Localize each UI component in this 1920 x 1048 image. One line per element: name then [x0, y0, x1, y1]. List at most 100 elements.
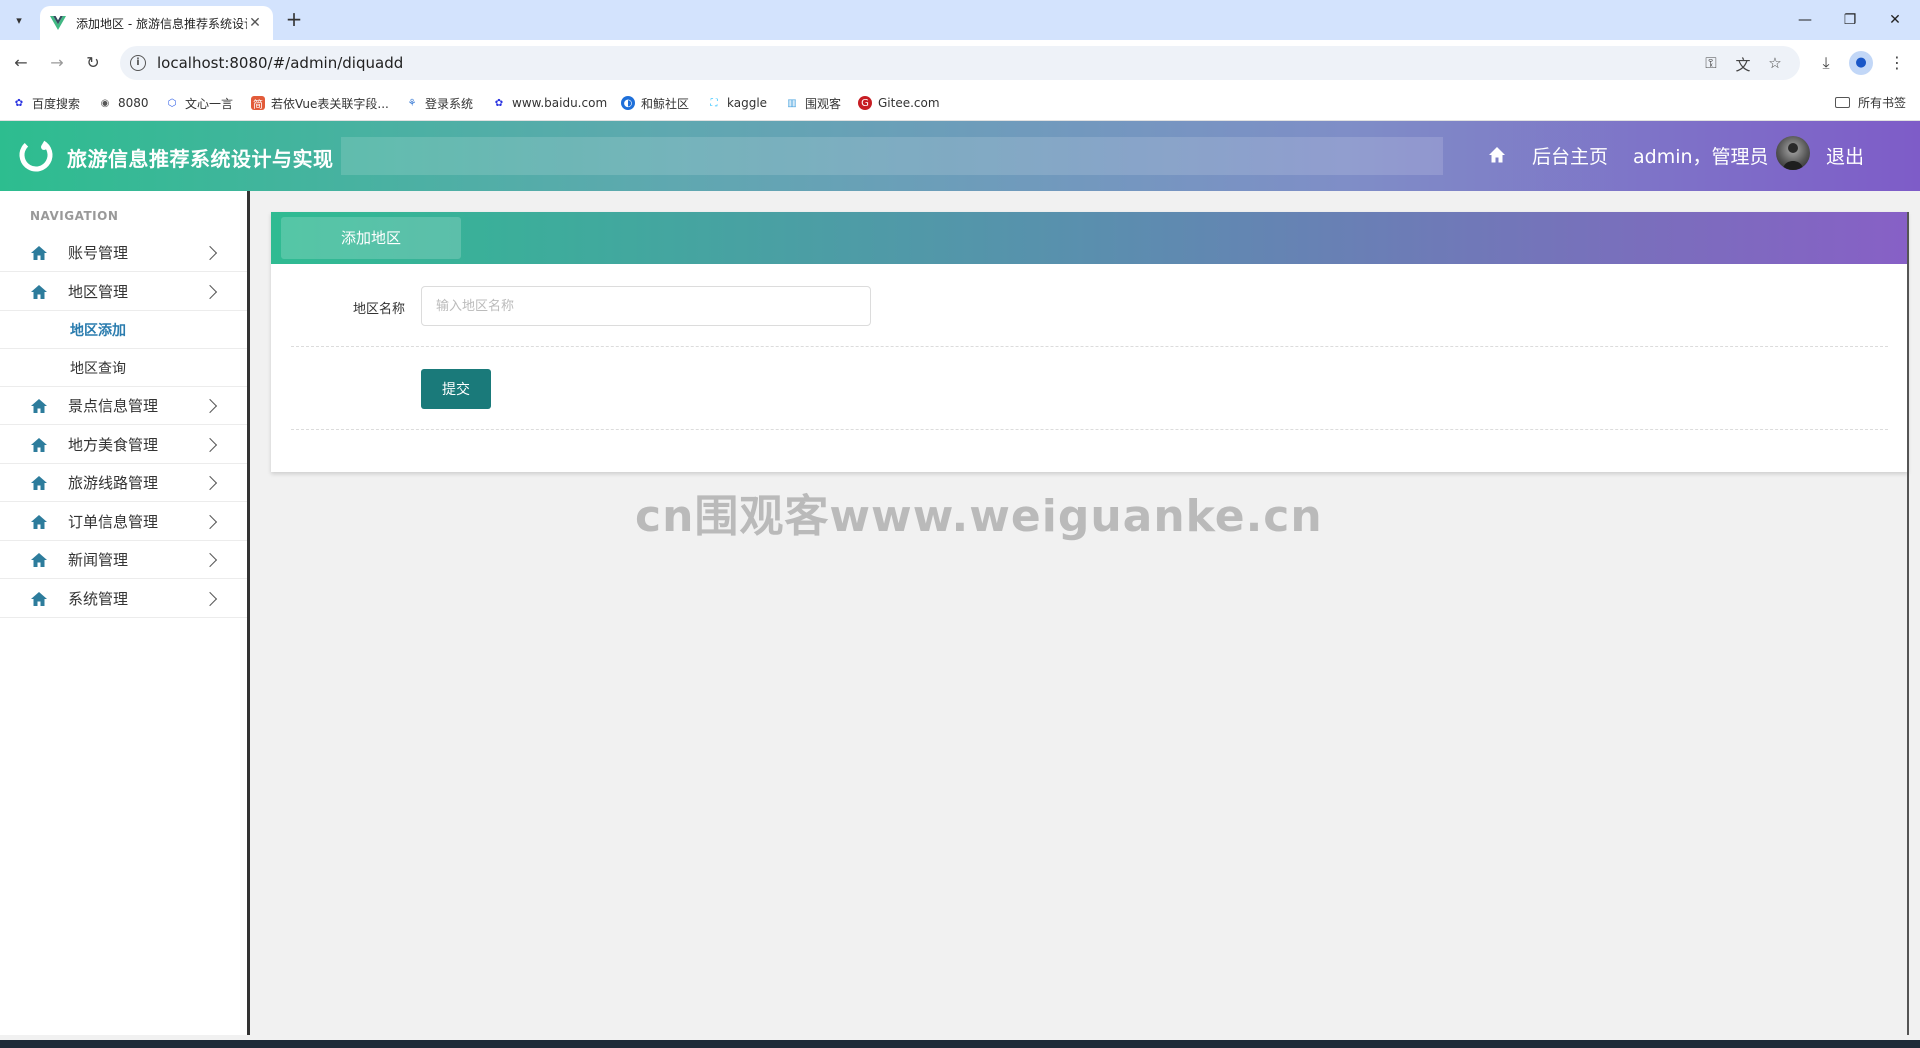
vue-logo-icon [50, 16, 66, 30]
card-title-tab[interactable]: 添加地区 [281, 217, 461, 259]
title-band [341, 137, 1443, 175]
minimize-icon[interactable]: — [1785, 8, 1825, 32]
submit-button[interactable]: 提交 [421, 369, 491, 409]
form-divider [291, 346, 1888, 347]
download-icon[interactable]: ⤓ [1814, 51, 1838, 75]
all-bookmarks[interactable]: 所有书签 [1834, 94, 1906, 111]
home-icon [31, 437, 47, 452]
sidebar-item-label: 新闻管理 [68, 551, 129, 569]
bookmarks-bar: ✿ 百度搜索 ◉ 8080 ⬡ 文心一言 简 若依Vue表关联字段... ⚘ 登… [0, 85, 1920, 121]
forward-arrow-icon[interactable]: → [46, 52, 68, 74]
sidebar-item-label: 系统管理 [68, 590, 129, 608]
chevron-right-icon [202, 284, 218, 299]
translate-icon[interactable]: 文 [1732, 54, 1754, 74]
sidebar-item-scenic[interactable]: 景点信息管理 [0, 387, 247, 425]
weiguanke-icon: ▥ [787, 97, 797, 109]
sidebar-item-order[interactable]: 订单信息管理 [0, 503, 247, 541]
home-icon [31, 552, 47, 567]
gitee-icon: G [858, 96, 872, 110]
home-icon [31, 284, 47, 299]
watermark: cn围观客www.weiguanke.cn [635, 491, 1323, 542]
bookmark-item[interactable]: ◐ 和鲸社区 [621, 94, 689, 112]
sidebar-item-news[interactable]: 新闻管理 [0, 541, 247, 579]
more-menu-icon[interactable]: ⋮ [1885, 51, 1909, 75]
chevron-right-icon [202, 398, 218, 413]
wenxin-icon: ⬡ [167, 97, 177, 109]
home-icon [31, 514, 47, 529]
lotus-icon: ⚘ [407, 97, 417, 109]
url-text[interactable]: localhost:8080/#/admin/diquadd [157, 54, 403, 72]
home-icon [31, 475, 47, 490]
tab-search-chevron-icon[interactable]: ▾ [8, 9, 30, 31]
address-bar[interactable]: i localhost:8080/#/admin/diquadd ⚿ 文 ☆ [120, 46, 1800, 80]
os-taskbar [0, 1040, 1920, 1048]
avatar[interactable] [1776, 136, 1810, 170]
chevron-right-icon [202, 514, 218, 529]
bookmark-item[interactable]: 简 若依Vue表关联字段... [251, 94, 389, 112]
home-icon [31, 398, 47, 413]
baidu-paw-icon: ✿ [14, 97, 24, 109]
bookmark-item[interactable]: ✿ www.baidu.com [492, 94, 607, 112]
sidebar-item-route[interactable]: 旅游线路管理 [0, 464, 247, 502]
reload-icon[interactable]: ↻ [82, 52, 104, 74]
nav-heading: NAVIGATION [30, 209, 119, 223]
browser-tab-bar: ▾ 添加地区 - 旅游信息推荐系统设计与实现 ✕ + — ❐ ✕ [0, 0, 1920, 40]
chevron-right-icon [202, 245, 218, 260]
chevron-right-icon [202, 552, 218, 567]
bookmark-item[interactable]: ⚘ 登录系统 [405, 94, 474, 112]
logo-ring-icon [19, 138, 53, 172]
user-silhouette-icon [1783, 143, 1803, 170]
sidebar-item-label: 景点信息管理 [68, 397, 159, 415]
sidebar-item-food[interactable]: 地方美食管理 [0, 426, 247, 464]
kaggle-icon: ⛶ [710, 97, 718, 109]
app-title: 旅游信息推荐系统设计与实现 [67, 147, 334, 171]
dashboard-home-link[interactable]: 后台主页 [1532, 142, 1608, 169]
form-divider [291, 429, 1888, 430]
card-header: 添加地区 [271, 212, 1908, 264]
profile-avatar-icon[interactable]: ● [1849, 51, 1873, 75]
home-icon [31, 591, 47, 606]
baidu-paw-icon: ✿ [494, 97, 504, 109]
sidebar-item-label: 订单信息管理 [68, 513, 159, 531]
sidebar-item-region[interactable]: 地区管理 [0, 273, 247, 311]
password-key-icon[interactable]: ⚿ [1700, 54, 1722, 74]
jian-icon: 简 [251, 96, 265, 111]
region-name-input[interactable] [421, 286, 871, 326]
bookmark-item[interactable]: ▥ 围观客 [785, 94, 841, 112]
chevron-right-icon [202, 437, 218, 452]
region-name-label: 地区名称 [353, 302, 406, 317]
sidebar-item-label: 旅游线路管理 [68, 474, 159, 492]
restore-icon[interactable]: ❐ [1830, 8, 1870, 32]
sidebar-item-account[interactable]: 账号管理 [0, 234, 247, 272]
sidebar: NAVIGATION 账号管理 地区管理 地区添加 地区查询 景点信息管理 地方… [0, 191, 250, 1035]
tab-title: 添加地区 - 旅游信息推荐系统设计与实现 [76, 16, 247, 31]
sidebar-item-label: 地方美食管理 [68, 436, 159, 454]
back-arrow-icon[interactable]: ← [10, 52, 32, 74]
new-tab-plus-icon[interactable]: + [282, 8, 306, 32]
globe-icon: ◉ [100, 97, 110, 109]
sidebar-item-label: 账号管理 [68, 244, 129, 262]
bookmark-item[interactable]: ⛶ kaggle [707, 94, 768, 112]
bookmark-item[interactable]: ⬡ 文心一言 [165, 94, 233, 112]
folder-icon [1834, 97, 1850, 108]
window-close-icon[interactable]: ✕ [1875, 8, 1915, 32]
content-right-edge [1907, 212, 1909, 1035]
bookmark-star-icon[interactable]: ☆ [1764, 54, 1786, 74]
sidebar-subitem-region-add[interactable]: 地区添加 [0, 311, 247, 349]
sidebar-subitem-region-query[interactable]: 地区查询 [0, 349, 247, 387]
site-info-icon[interactable]: i [130, 55, 146, 71]
logout-link[interactable]: 退出 [1826, 142, 1864, 169]
bookmark-item[interactable]: ✿ 百度搜索 [12, 94, 80, 112]
home-icon[interactable] [1488, 146, 1506, 164]
bookmark-item[interactable]: ◉ 8080 [98, 94, 149, 112]
current-user-label: admin，管理员 [1633, 146, 1769, 168]
chevron-right-icon [202, 475, 218, 490]
sidebar-item-system[interactable]: 系统管理 [0, 580, 247, 618]
tab-close-icon[interactable]: ✕ [247, 15, 263, 31]
browser-tab-active[interactable]: 添加地区 - 旅游信息推荐系统设计与实现 ✕ [40, 6, 273, 40]
bookmark-item[interactable]: G Gitee.com [858, 94, 940, 112]
browser-toolbar: ← → ↻ i localhost:8080/#/admin/diquadd ⚿… [0, 40, 1920, 85]
add-region-card: 添加地区 地区名称 提交 [271, 212, 1908, 472]
app-header: 旅游信息推荐系统设计与实现 后台主页 admin，管理员 退出 [0, 121, 1920, 191]
home-icon [31, 245, 47, 260]
